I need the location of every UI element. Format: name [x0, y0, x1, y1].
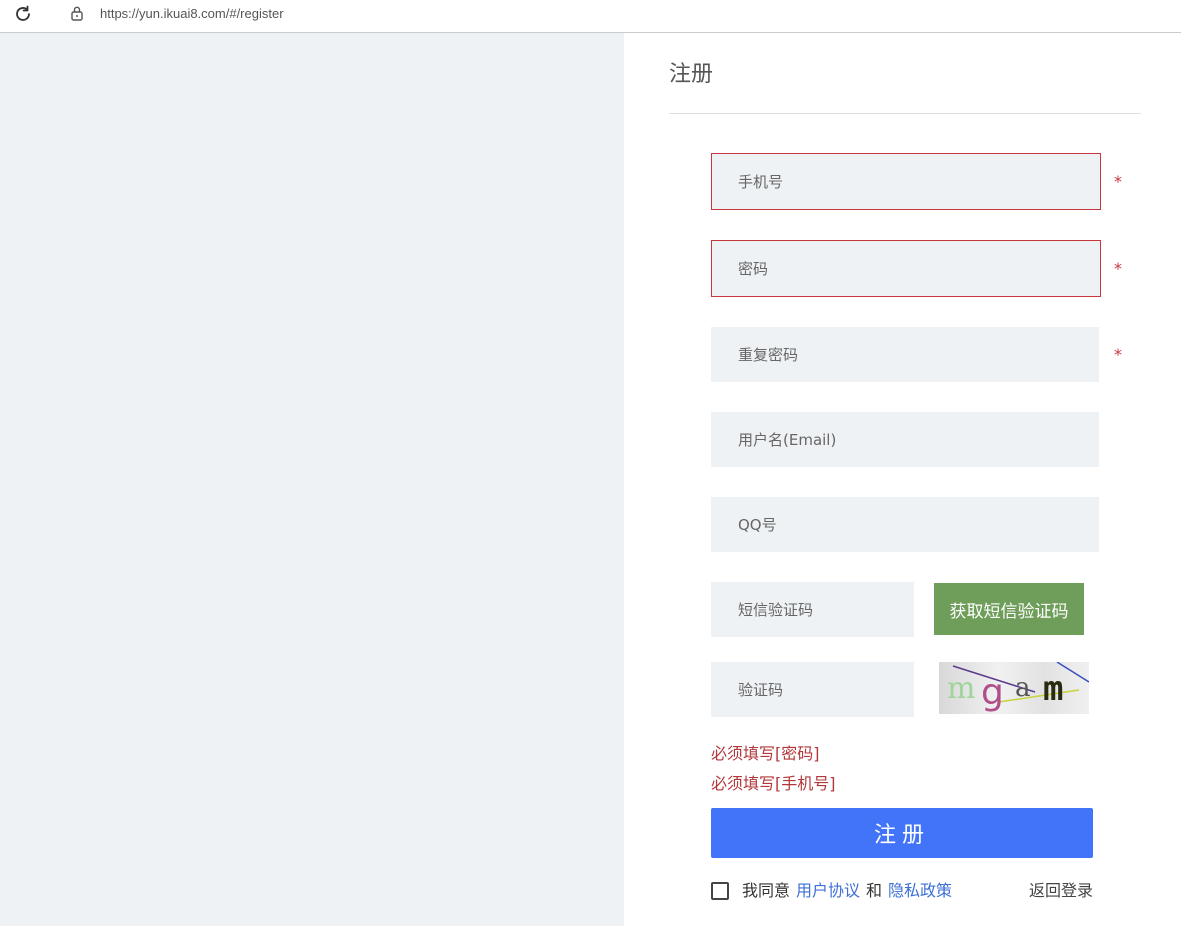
- privacy-policy-link[interactable]: 隐私政策: [888, 878, 952, 904]
- qq-input[interactable]: [711, 497, 1099, 552]
- browser-toolbar: https://yun.ikuai8.com/#/register: [0, 0, 1181, 33]
- captcha-char-2: g: [981, 672, 1004, 713]
- left-panel: [0, 33, 624, 926]
- phone-input[interactable]: [711, 153, 1101, 210]
- required-mark-repeat-password: *: [1114, 345, 1122, 364]
- register-submit-button[interactable]: 注册: [711, 808, 1093, 858]
- and-text: 和: [866, 881, 883, 900]
- username-email-input[interactable]: [711, 412, 1099, 467]
- reload-icon[interactable]: [13, 4, 33, 24]
- captcha-input[interactable]: [711, 662, 914, 717]
- required-mark-password: *: [1114, 259, 1122, 278]
- agree-prefix-text: 我同意: [742, 881, 791, 900]
- sms-code-input[interactable]: [711, 582, 914, 637]
- agreement-row: 我同意 用户协议 和 隐私政策: [711, 878, 952, 904]
- captcha-image[interactable]: m g a m: [939, 662, 1089, 714]
- user-agreement-link[interactable]: 用户协议: [796, 878, 860, 904]
- agree-checkbox[interactable]: [711, 882, 729, 900]
- page-title: 注册: [669, 62, 714, 87]
- get-sms-code-button[interactable]: 获取短信验证码: [934, 583, 1084, 635]
- captcha-char-3: a: [1015, 673, 1031, 703]
- captcha-char-1: m: [947, 671, 975, 706]
- lock-icon[interactable]: [70, 5, 84, 21]
- required-mark-phone: *: [1114, 172, 1122, 191]
- back-to-login-link[interactable]: 返回登录: [1029, 878, 1093, 904]
- repeat-password-input[interactable]: [711, 327, 1099, 382]
- url-text[interactable]: https://yun.ikuai8.com/#/register: [100, 5, 284, 23]
- error-message-phone: 必须填写[手机号]: [711, 774, 836, 793]
- captcha-char-4: m: [1043, 669, 1063, 709]
- password-input[interactable]: [711, 240, 1101, 297]
- title-divider: [669, 113, 1141, 114]
- error-message-password: 必须填写[密码]: [711, 744, 820, 763]
